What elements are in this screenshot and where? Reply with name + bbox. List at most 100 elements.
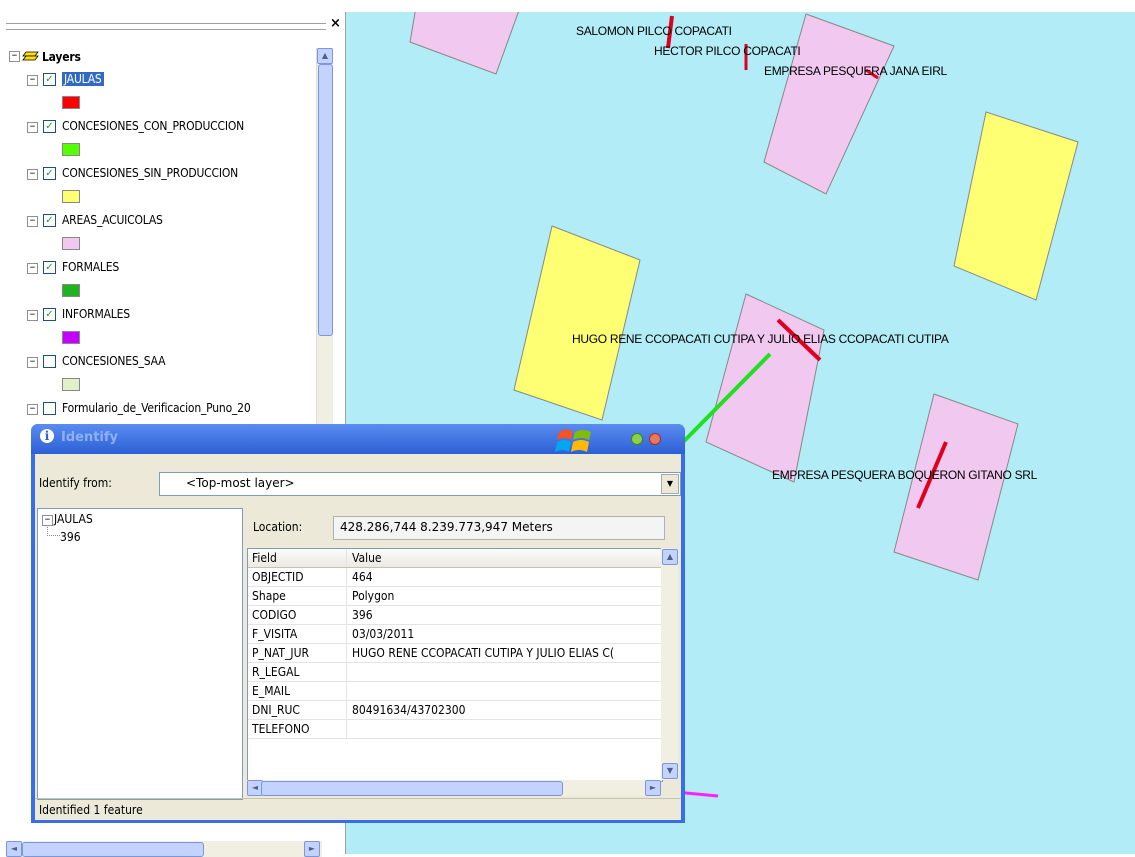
layer-name[interactable]: CONCESIONES_SIN_PRODUCCION xyxy=(62,166,238,180)
toc-vertical-scrollbar[interactable]: ▲ xyxy=(316,48,333,438)
tree-feature-396[interactable]: 396 xyxy=(60,530,81,544)
layer-visibility-checkbox[interactable]: ✓ xyxy=(43,167,56,180)
aquaculture-area xyxy=(763,13,895,195)
table-row[interactable]: Shape Polygon xyxy=(248,587,662,606)
collapse-layer-icon[interactable]: − xyxy=(27,357,38,368)
scroll-right-icon[interactable]: ► xyxy=(645,780,661,796)
scroll-up-icon[interactable]: ▲ xyxy=(317,48,333,64)
field-name-cell: R_LEGAL xyxy=(252,665,300,679)
column-divider xyxy=(346,587,347,605)
layer-name[interactable]: Formulario_de_Verificacion_Puno_20 xyxy=(62,401,251,415)
layer-name[interactable]: JAULAS xyxy=(62,72,104,86)
layer-name[interactable]: CONCESIONES_CON_PRODUCCION xyxy=(62,119,244,133)
aquaculture-area xyxy=(893,393,1019,581)
collapse-layer-icon[interactable]: − xyxy=(27,75,38,86)
toc-h-scroll-thumb[interactable] xyxy=(22,842,204,857)
location-value: 428.286,744 8.239.773,947 Meters xyxy=(340,520,553,534)
field-value-cell: 464 xyxy=(352,570,373,584)
layer-symbol-swatch[interactable] xyxy=(62,284,80,297)
column-divider xyxy=(346,644,347,662)
table-row[interactable]: E_MAIL xyxy=(248,682,662,701)
identify-window[interactable]: i Identify Identify from: <Top-most laye… xyxy=(31,424,685,823)
layer-symbol-swatch[interactable] xyxy=(62,190,80,203)
attribute-table[interactable]: Field Value OBJECTID 464 Shape Polygon CODIG… xyxy=(247,548,663,782)
scroll-up-icon[interactable]: ▲ xyxy=(662,549,678,565)
collapse-layer-icon[interactable]: − xyxy=(27,122,38,133)
identify-from-value: <Top-most layer> xyxy=(186,476,295,490)
location-label: Location: xyxy=(253,520,303,534)
table-row[interactable]: TELEFONO xyxy=(248,720,662,739)
collapse-layers-icon[interactable]: − xyxy=(9,51,20,62)
table-row[interactable]: OBJECTID 464 xyxy=(248,568,662,587)
table-row[interactable]: CODIGO 396 xyxy=(248,606,662,625)
map-label-salomon: SALOMON PILCO COPACATI xyxy=(576,24,732,38)
field-name-cell: CODIGO xyxy=(252,608,297,622)
table-horizontal-scrollbar[interactable]: ◄ ► xyxy=(247,780,661,796)
collapse-layer-icon[interactable]: − xyxy=(27,216,38,227)
layer-visibility-checkbox[interactable]: ✓ xyxy=(43,73,56,86)
scroll-down-icon[interactable]: ▼ xyxy=(662,763,678,779)
tree-connector xyxy=(47,525,60,536)
layers-root-label[interactable]: Layers xyxy=(42,50,81,64)
tree-layer-jaulas[interactable]: JAULAS xyxy=(54,512,93,526)
col-value-header[interactable]: Value xyxy=(352,551,382,565)
field-value-cell: Polygon xyxy=(352,589,395,603)
identify-from-dropdown[interactable]: <Top-most layer> ▼ xyxy=(159,472,681,496)
identify-body: Identify from: <Top-most layer> ▼ − JAUL… xyxy=(35,454,681,820)
collapse-layer-icon[interactable]: − xyxy=(27,263,38,274)
layer-name[interactable]: AREAS_ACUICOLAS xyxy=(62,213,163,227)
table-row[interactable]: P_NAT_JUR HUGO RENE CCOPACATI CUTIPA Y JU… xyxy=(248,644,662,663)
layer-name[interactable]: FORMALES xyxy=(62,260,119,274)
close-icon[interactable]: × xyxy=(330,16,341,31)
table-vertical-scrollbar[interactable]: ▲ ▼ xyxy=(661,548,678,780)
attributes-pane: Location: 428.286,744 8.239.773,947 Mete… xyxy=(243,508,679,798)
concession-area xyxy=(513,225,641,421)
info-icon: i xyxy=(40,429,54,443)
scroll-right-icon[interactable]: ► xyxy=(304,841,320,857)
identify-titlebar[interactable]: i Identify xyxy=(31,424,685,454)
layer-symbol-swatch[interactable] xyxy=(62,378,80,391)
close-window-icon[interactable] xyxy=(649,433,661,445)
collapse-layer-icon[interactable]: − xyxy=(27,310,38,321)
field-name-cell: F_VISITA xyxy=(252,627,298,641)
table-row[interactable]: DNI_RUC 80491634/43702300 xyxy=(248,701,662,720)
table-row[interactable]: F_VISITA 03/03/2011 xyxy=(248,625,662,644)
toc-horizontal-scrollbar[interactable]: ◄ ► xyxy=(6,841,322,857)
toc-scroll-thumb[interactable] xyxy=(318,64,333,336)
scroll-left-icon[interactable]: ◄ xyxy=(6,841,22,857)
collapse-layer-icon[interactable]: − xyxy=(27,404,38,415)
layer-visibility-checkbox[interactable] xyxy=(43,402,56,415)
panel-grip[interactable] xyxy=(6,23,326,30)
layer-name[interactable]: INFORMALES xyxy=(62,307,130,321)
field-value-cell: 396 xyxy=(352,608,373,622)
layer-visibility-checkbox[interactable]: ✓ xyxy=(43,120,56,133)
field-name-cell: OBJECTID xyxy=(252,570,304,584)
table-row[interactable]: R_LEGAL xyxy=(248,663,662,682)
layer-visibility-checkbox[interactable]: ✓ xyxy=(43,214,56,227)
column-divider xyxy=(346,663,347,681)
field-name-cell: P_NAT_JUR xyxy=(252,646,310,660)
layer-visibility-checkbox[interactable]: ✓ xyxy=(43,308,56,321)
layer-symbol-swatch[interactable] xyxy=(62,143,80,156)
layer-symbol-swatch[interactable] xyxy=(62,237,80,250)
field-name-cell: E_MAIL xyxy=(252,684,291,698)
col-field-header[interactable]: Field xyxy=(252,551,277,565)
layer-symbol-swatch[interactable] xyxy=(62,331,80,344)
toc-header: × xyxy=(6,16,342,34)
location-field[interactable]: 428.286,744 8.239.773,947 Meters xyxy=(333,516,665,540)
layer-symbol-swatch[interactable] xyxy=(62,96,80,109)
chevron-down-icon[interactable]: ▼ xyxy=(661,474,679,494)
minimize-icon[interactable] xyxy=(631,433,643,445)
column-divider xyxy=(346,720,347,738)
table-h-scroll-thumb[interactable] xyxy=(261,781,563,796)
layer-visibility-checkbox[interactable]: ✓ xyxy=(43,261,56,274)
map-label-hugo: HUGO RENE CCOPACATI CUTIPA Y JULIO ELIAS… xyxy=(572,332,949,346)
map-label-boqueron: EMPRESA PESQUERA BOQUERON GITANO SRL xyxy=(772,468,1038,482)
field-value-cell: 03/03/2011 xyxy=(352,627,415,641)
collapse-layer-icon[interactable]: − xyxy=(27,169,38,180)
layer-visibility-checkbox[interactable] xyxy=(43,355,56,368)
status-bar: Identified 1 feature xyxy=(35,798,681,821)
field-value-cell: HUGO RENE CCOPACATI CUTIPA Y JULIO ELIAS… xyxy=(352,646,615,660)
layer-name[interactable]: CONCESIONES_SAA xyxy=(62,354,166,368)
results-tree[interactable]: − JAULAS 396 xyxy=(37,508,243,800)
